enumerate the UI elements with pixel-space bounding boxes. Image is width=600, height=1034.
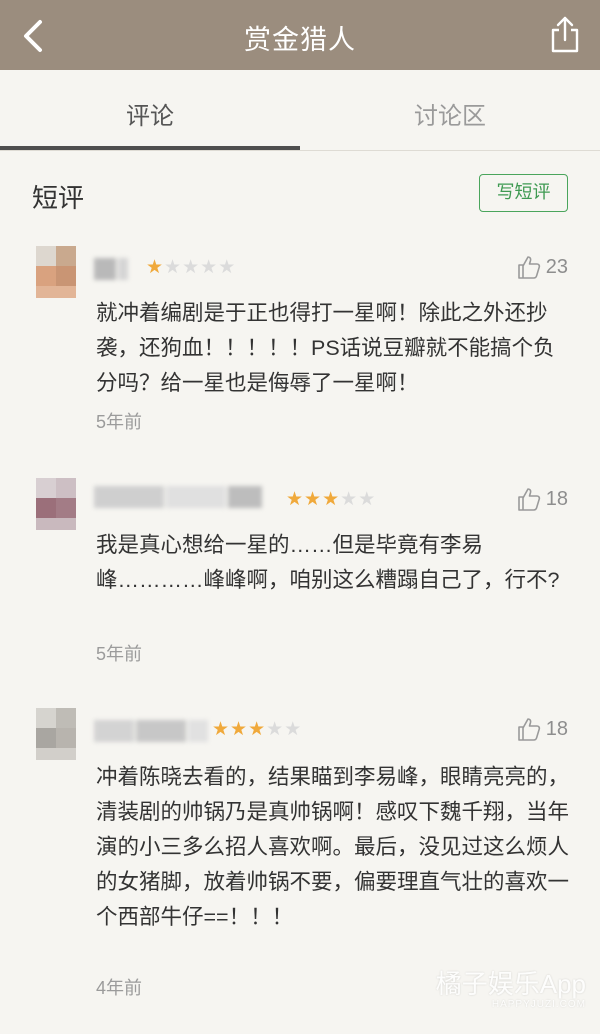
review-content: 就冲着编剧是于正也得打一星啊！除此之外还抄袭，还狗血！！！！！PS话说豆瓣就不能… bbox=[96, 301, 555, 395]
like-button[interactable]: 18 bbox=[516, 714, 568, 744]
thumbs-up-icon bbox=[517, 718, 540, 741]
review-item: ★★★★★ 23 就冲着编剧是于正也得打一星啊！除此之外还抄袭，还狗血！！！！！… bbox=[0, 246, 600, 436]
star-icon: ★ bbox=[322, 489, 341, 510]
star-icon: ★ bbox=[146, 257, 165, 278]
rating-stars: ★★★★★ bbox=[146, 258, 236, 278]
share-button[interactable] bbox=[548, 14, 582, 54]
star-icon: ★ bbox=[304, 489, 323, 510]
watermark-subtext: HAPPYJUZI.COM bbox=[491, 999, 586, 1010]
star-icon: ★ bbox=[230, 719, 249, 740]
avatar[interactable] bbox=[36, 708, 76, 760]
write-review-button[interactable]: 写短评 bbox=[479, 174, 568, 212]
like-count: 23 bbox=[545, 255, 568, 278]
review-time: 4年前 bbox=[96, 978, 143, 998]
like-button[interactable]: 23 bbox=[516, 252, 568, 282]
thumbs-up-icon bbox=[517, 256, 540, 279]
username-blurred[interactable] bbox=[94, 258, 130, 280]
avatar[interactable] bbox=[36, 478, 76, 530]
review-time: 5年前 bbox=[96, 644, 143, 664]
star-icon: ★ bbox=[284, 719, 303, 740]
rating-stars: ★★★★★ bbox=[212, 720, 302, 740]
watermark-text: 橘子娱乐App bbox=[435, 969, 586, 999]
username-blurred[interactable] bbox=[94, 486, 264, 508]
star-icon: ★ bbox=[286, 489, 305, 510]
review-item: ★★★★★ 18 我是真心想给一星的……但是毕竟有李易峰…………峰峰啊，咱别这么… bbox=[0, 478, 600, 668]
star-icon: ★ bbox=[200, 257, 219, 278]
tab-comments[interactable]: 评论 bbox=[0, 96, 300, 131]
star-icon: ★ bbox=[212, 719, 231, 740]
review-time: 5年前 bbox=[96, 412, 143, 432]
star-icon: ★ bbox=[340, 489, 359, 510]
like-button[interactable]: 18 bbox=[516, 484, 568, 514]
tab-discussion[interactable]: 讨论区 bbox=[300, 96, 600, 131]
review-content: 冲着陈晓去看的，结果瞄到李易峰，眼睛亮亮的，清装剧的帅锅乃是真帅锅啊！感叹下魏千… bbox=[96, 765, 570, 929]
rating-stars: ★★★★★ bbox=[286, 490, 376, 510]
username-blurred[interactable] bbox=[94, 720, 210, 742]
star-icon: ★ bbox=[248, 719, 267, 740]
tab-divider bbox=[0, 150, 600, 151]
star-icon: ★ bbox=[266, 719, 285, 740]
share-icon bbox=[551, 16, 579, 53]
watermark: 橘子娱乐App HAPPYJUZI.COM bbox=[436, 964, 586, 1010]
star-icon: ★ bbox=[164, 257, 183, 278]
section-title: 短评 bbox=[32, 183, 85, 213]
tab-bar: 评论 讨论区 bbox=[0, 70, 600, 152]
like-count: 18 bbox=[545, 487, 568, 510]
avatar[interactable] bbox=[36, 246, 76, 298]
review-content: 我是真心想给一星的……但是毕竟有李易峰…………峰峰啊，咱别这么糟蹋自己了，行不? bbox=[96, 533, 560, 592]
star-icon: ★ bbox=[182, 257, 201, 278]
review-item: ★★★★★ 18 冲着陈晓去看的，结果瞄到李易峰，眼睛亮亮的，清装剧的帅锅乃是真… bbox=[0, 708, 600, 1008]
top-bar: 赏金猎人 bbox=[0, 0, 600, 70]
star-icon: ★ bbox=[358, 489, 377, 510]
thumbs-up-icon bbox=[517, 488, 540, 511]
star-icon: ★ bbox=[218, 257, 237, 278]
page-title: 赏金猎人 bbox=[244, 25, 356, 55]
like-count: 18 bbox=[545, 717, 568, 740]
